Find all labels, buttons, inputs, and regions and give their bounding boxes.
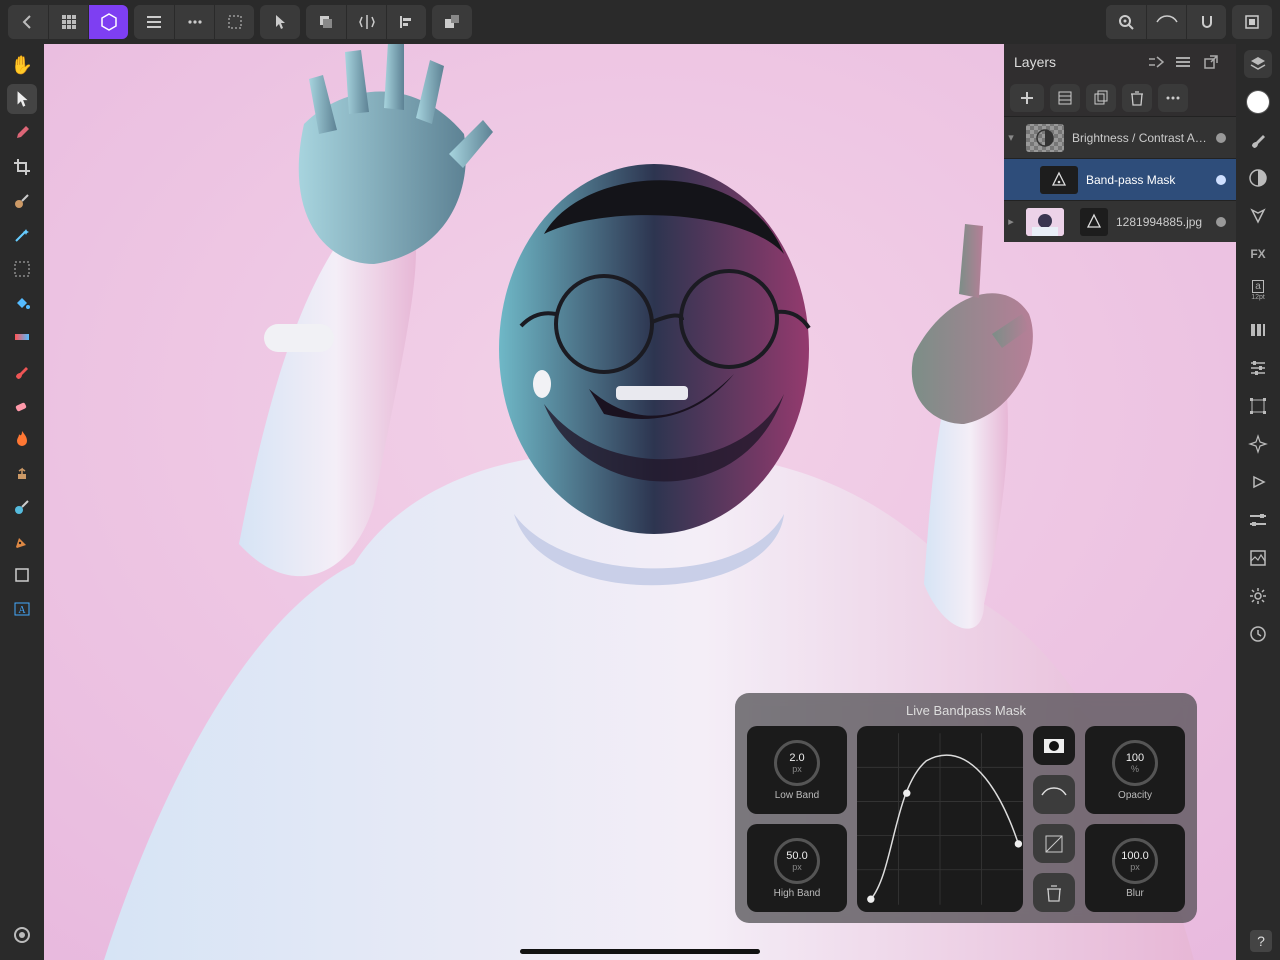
right-studio-strip: FX a12pt [1236,44,1280,960]
layers-studio-icon[interactable] [1244,50,1272,78]
help-button[interactable]: ? [1250,930,1272,952]
bandpass-title: Live Bandpass Mask [747,703,1185,718]
navigator-studio-icon[interactable] [1244,430,1272,458]
text-studio-icon[interactable]: a12pt [1244,278,1272,306]
layer-row-adjustment[interactable]: ▾ Brightness / Contrast Adj... [1004,116,1236,158]
blur-knob[interactable]: 100.0 px Blur [1085,824,1185,912]
move-tool-toggle[interactable] [260,5,300,39]
healing-brush-tool[interactable] [7,492,37,522]
opacity-knob[interactable]: 100 % Opacity [1085,726,1185,814]
preview-toggle[interactable] [1033,775,1075,814]
layer-name: Band-pass Mask [1086,173,1216,187]
sliders-studio-icon[interactable] [1244,506,1272,534]
layer-secondary-thumb [1080,208,1108,236]
more-menu-button[interactable] [174,5,214,39]
layer-row-mask[interactable]: ▸ Band-pass Mask [1004,158,1236,200]
channels-studio-icon[interactable] [1244,354,1272,382]
persona-photo-button[interactable] [88,5,128,39]
popout-icon[interactable] [1204,55,1226,69]
snapping-button[interactable] [1186,5,1226,39]
layer-thumb [1026,208,1064,236]
layers-panel: Layers ▾ Brightness / C [1004,44,1236,242]
high-band-knob[interactable]: 50.0 px High Band [747,824,847,912]
erase-tool[interactable] [7,390,37,420]
brushes-studio-icon[interactable] [1244,126,1272,154]
burn-tool[interactable] [7,424,37,454]
layers-title: Layers [1014,54,1142,70]
text-tool[interactable]: A [7,594,37,624]
metadata-studio-icon[interactable] [1244,544,1272,572]
stock-studio-icon[interactable] [1244,316,1272,344]
paint-brush-tool[interactable] [7,356,37,386]
marquee-tool[interactable] [7,254,37,284]
transform-studio-icon[interactable] [1244,392,1272,420]
main-menu-button[interactable] [134,5,174,39]
low-band-knob[interactable]: 2.0 px Low Band [747,726,847,814]
color-picker-tool[interactable] [7,118,37,148]
layer-thumb [1040,166,1078,194]
reset-curve-button[interactable] [1033,824,1075,863]
pen-tool[interactable] [7,526,37,556]
fx-studio-icon[interactable]: FX [1244,240,1272,268]
clock-studio-icon[interactable] [1244,620,1272,648]
color-studio-icon[interactable] [1244,88,1272,116]
flood-fill-tool[interactable] [7,288,37,318]
back-button[interactable] [8,5,48,39]
delete-layer-button[interactable] [1122,84,1152,112]
layer-name: Brightness / Contrast Adj... [1072,131,1216,145]
preview-button[interactable] [1146,5,1186,39]
quick-mask-toggle[interactable] [7,920,37,950]
history-studio-icon[interactable] [1244,202,1272,230]
zoom-button[interactable] [1106,5,1146,39]
magic-wand-tool[interactable] [7,220,37,250]
topbar [0,0,1280,44]
collapse-icon[interactable] [1148,56,1170,68]
chevron-down-icon[interactable]: ▾ [1004,131,1018,144]
visibility-dot[interactable] [1216,217,1226,227]
monochrome-toggle[interactable] [1033,726,1075,765]
add-layer-button[interactable] [1010,84,1044,112]
flip-button[interactable] [346,5,386,39]
layer-row-image[interactable]: ▸ 1281994885.jpg [1004,200,1236,242]
fullscreen-button[interactable] [1232,5,1272,39]
document-grid-button[interactable] [48,5,88,39]
pan-tool[interactable]: ✋ [7,50,37,80]
prefs-studio-icon[interactable] [1244,582,1272,610]
selection-brush-tool[interactable] [7,186,37,216]
home-indicator [520,949,760,954]
gradient-tool[interactable] [7,322,37,352]
list-view-icon[interactable] [1176,56,1198,68]
arrange-button[interactable] [306,5,346,39]
layer-name: 1281994885.jpg [1116,215,1216,229]
delete-mask-button[interactable] [1033,873,1075,912]
macro-studio-icon[interactable] [1244,468,1272,496]
chevron-right-icon[interactable]: ▸ [1004,215,1018,228]
bandpass-panel[interactable]: Live Bandpass Mask 2.0 px Low Band 50.0 … [735,693,1197,923]
duplicate-layer-button[interactable] [1086,84,1116,112]
clone-tool[interactable] [7,458,37,488]
shape-tool[interactable] [7,560,37,590]
insert-button[interactable] [432,5,472,39]
layer-thumb [1026,124,1064,152]
crop-tool[interactable] [7,152,37,182]
visibility-dot[interactable] [1216,133,1226,143]
left-toolbar: ✋ A [0,44,44,960]
visibility-dot[interactable] [1216,175,1226,185]
align-button[interactable] [386,5,426,39]
bandpass-curve[interactable] [857,726,1023,912]
move-tool[interactable] [7,84,37,114]
adjustments-studio-icon[interactable] [1244,164,1272,192]
svg-text:A: A [18,605,26,616]
selection-mode-button[interactable] [214,5,254,39]
layer-opts-button[interactable] [1050,84,1080,112]
layer-more-button[interactable] [1158,84,1188,112]
